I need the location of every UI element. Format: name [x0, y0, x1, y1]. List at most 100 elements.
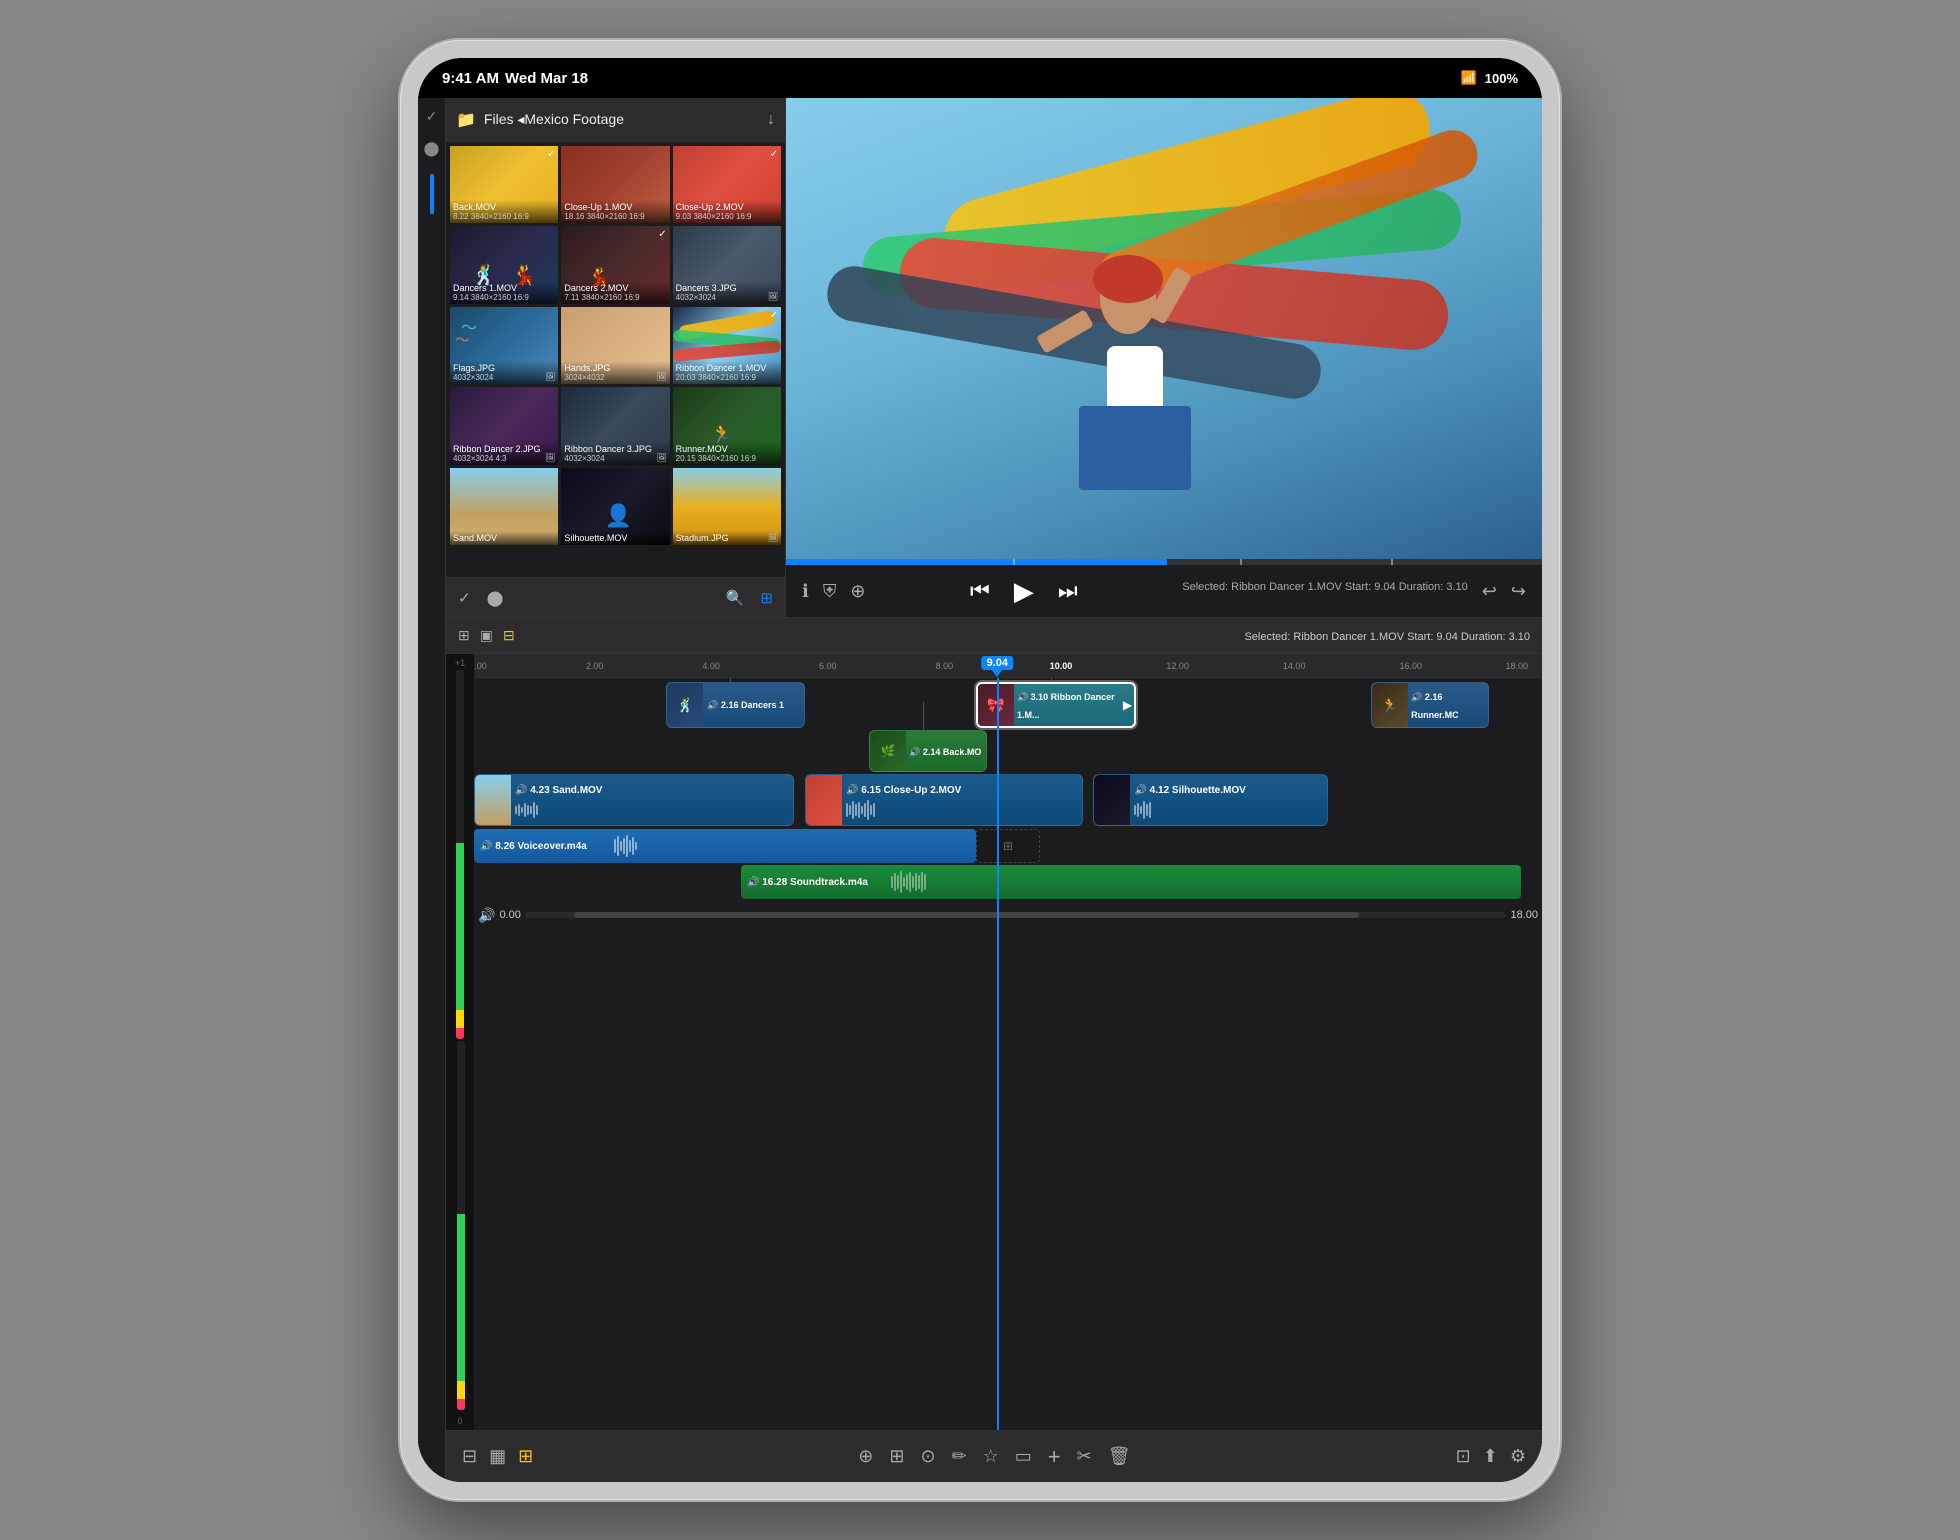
- ribbon-thumb: 🎀: [978, 684, 1014, 726]
- soundtrack-track: 🔊 16.28 Soundtrack.m4a: [474, 865, 1542, 899]
- media-item-ribbon1[interactable]: Ribbon Dancer 1.MOV 20.03 3840×2160 16:9…: [673, 307, 781, 384]
- clip-runner[interactable]: 🏃 🔊 2.16 Runner.MC: [1371, 682, 1488, 728]
- ruler-18: 18.00: [1506, 661, 1529, 671]
- clip-icon[interactable]: ▣: [480, 627, 493, 644]
- add-clip-icon[interactable]: ⊕: [858, 1446, 873, 1467]
- collapse-icon[interactable]: ⊞: [458, 627, 470, 644]
- ribbon-clip-label: 🔊 3.10 Ribbon Dancer 1.M...: [1017, 692, 1115, 720]
- media-item-closeup1[interactable]: Close-Up 1.MOV 18.16 3840×2160 16:9: [561, 146, 669, 223]
- circle-icon[interactable]: ⬤: [487, 589, 504, 607]
- link-icon[interactable]: ⊙: [920, 1446, 935, 1467]
- silhouette-clip-info: 🔊 4.12 Silhouette.MOV: [1130, 778, 1327, 822]
- sidebar-icon-2[interactable]: ⬤: [422, 138, 442, 158]
- magic-icon[interactable]: ⊞: [518, 1446, 533, 1467]
- media-item-closeup2[interactable]: Close-Up 2.MOV 9.03 3840×2160 16:9 ✓: [673, 146, 781, 223]
- media-item-hands[interactable]: Hands.JPG 3024×4032 🖼: [561, 307, 669, 384]
- broll-connector: [730, 678, 731, 682]
- download-icon[interactable]: ↓: [767, 111, 775, 129]
- settings-icon[interactable]: ⚙: [1510, 1446, 1526, 1467]
- skip-back-icon[interactable]: ⏮: [970, 578, 990, 604]
- add-audio-icon[interactable]: ⊞: [889, 1446, 904, 1467]
- sidebar-icon-1[interactable]: ✓: [422, 106, 442, 126]
- preview-controls: ℹ ⛨ ⊕ ⏮ ▶ ⏭ Selected: Ribbon Dancer 1.MO…: [786, 565, 1542, 617]
- ruler-4: 4.00: [702, 661, 720, 671]
- volume-meter: +1 0: [446, 654, 474, 1430]
- closeup2-waveform: [846, 800, 1078, 820]
- voiceover-label: 🔊 8.26 Voiceover.m4a: [480, 841, 587, 852]
- grid-icon[interactable]: ⊞: [760, 589, 773, 607]
- skip-forward-icon[interactable]: ⏭: [1058, 578, 1078, 604]
- media-item-ribbon3[interactable]: Ribbon Dancer 3.JPG 4032×3024 🖼: [561, 387, 669, 464]
- audio-gap: ⊞: [976, 829, 1040, 863]
- star-icon[interactable]: ☆: [983, 1446, 999, 1467]
- volume-icon[interactable]: 🔊: [478, 907, 495, 924]
- clip-silhouette[interactable]: 🔊 4.12 Silhouette.MOV: [1093, 774, 1328, 826]
- plus-icon[interactable]: +: [1048, 1444, 1061, 1470]
- back-clip-info: 🔊 2.14 Back.MO: [906, 740, 984, 762]
- comment-icon[interactable]: ▭: [1015, 1446, 1032, 1467]
- closeup2-clip-info: 🔊 6.15 Close-Up 2.MOV: [842, 778, 1082, 822]
- timeline-toolbar: ⊞ ▣ ⊟ Selected: Ribbon Dancer 1.MOV Star…: [446, 618, 1542, 654]
- clip-voiceover[interactable]: 🔊 8.26 Voiceover.m4a: [474, 829, 976, 863]
- play-button[interactable]: ▶: [1014, 576, 1034, 607]
- playhead-triangle: [991, 669, 1003, 677]
- media-item-dancers3[interactable]: Dancers 3.JPG 4032×3024 🖼: [673, 226, 781, 303]
- dancer-scene: [786, 98, 1542, 559]
- broll-clips: 🕺 🔊 2.16 Dancers 1: [474, 682, 1542, 728]
- runner-thumb: 🏃: [1372, 683, 1408, 727]
- timeline-scrollbar[interactable]: [525, 912, 1507, 918]
- browser-search-icon: 🔍 ⊞: [726, 589, 773, 607]
- media-item-dancers1[interactable]: 🕺 💃 Dancers 1.MOV 9.14 3840×2160 16:9: [450, 226, 558, 303]
- clip-back[interactable]: 🌿 🔊 2.14 Back.MO: [869, 730, 986, 772]
- clip-soundtrack[interactable]: 🔊 16.28 Soundtrack.m4a: [741, 865, 1521, 899]
- search-icon[interactable]: 🔍: [726, 589, 745, 607]
- bottom-toolbar-center: ⊕ ⊞ ⊙ ✏ ☆ ▭ + ✂ 🗑: [858, 1444, 1130, 1470]
- ruler-12: 12.00: [1166, 661, 1189, 671]
- voiceover-track: 🔊 8.26 Voiceover.m4a: [474, 829, 1542, 863]
- checkmark-icon[interactable]: ✓: [458, 589, 471, 607]
- media-item-stadium[interactable]: Stadium.JPG 🖼: [673, 468, 781, 545]
- clip-ribbon-dancer[interactable]: 🎀 🔊 3.10 Ribbon Dancer 1.M... ▶: [976, 682, 1136, 728]
- runner-clip-info: 🔊 2.16 Runner.MC: [1408, 685, 1487, 725]
- sand-clip-info: 🔊 4.23 Sand.MOV: [511, 778, 793, 822]
- play-indicator: ▶: [1123, 698, 1132, 712]
- cut-icon[interactable]: ✂: [1077, 1446, 1092, 1467]
- pen-icon[interactable]: ✏: [952, 1446, 967, 1467]
- media-item-silhouette[interactable]: 👤 Silhouette.MOV: [561, 468, 669, 545]
- redo-icon[interactable]: ↪: [1511, 581, 1526, 602]
- timeline-section: ⊞ ▣ ⊟ Selected: Ribbon Dancer 1.MOV Star…: [446, 618, 1542, 1482]
- library-icon[interactable]: ⊟: [462, 1446, 477, 1467]
- media-item-sand[interactable]: Sand.MOV: [450, 468, 558, 545]
- delete-icon[interactable]: 🗑: [1108, 1446, 1131, 1467]
- clip-closeup2[interactable]: 🔊 6.15 Close-Up 2.MOV: [805, 774, 1083, 826]
- timeline-icon[interactable]: ▦: [489, 1446, 506, 1467]
- media-item-flags[interactable]: 〜 〜 Flags.JPG 4032×3024 🖼: [450, 307, 558, 384]
- transform-icon[interactable]: ⊕: [850, 581, 865, 602]
- timecode-display: 9.04: [982, 656, 1013, 670]
- voiceover-clips: 🔊 8.26 Voiceover.m4a: [474, 829, 1542, 863]
- clip-dancers[interactable]: 🕺 🔊 2.16 Dancers 1: [666, 682, 805, 728]
- marker-icon[interactable]: ⊟: [503, 627, 515, 644]
- media-item-ribbon2[interactable]: Ribbon Dancer 2.JPG 4032×3024 4:3 🖼: [450, 387, 558, 464]
- playhead-line: [997, 678, 999, 1430]
- media-browser: 📁 Files ◂Mexico Footage ↓ Back.MOV 8.22 …: [446, 98, 786, 617]
- preview-scrubber[interactable]: [786, 559, 1542, 565]
- timeline-scroll-row: 🔊 0.00 18.00: [474, 903, 1542, 927]
- share-icon[interactable]: ⬆: [1483, 1446, 1498, 1467]
- undo-icon[interactable]: ↩: [1482, 581, 1497, 602]
- shield-icon[interactable]: ⛨: [823, 581, 837, 602]
- ruler-0: 0.00: [474, 661, 487, 671]
- media-item-dancers2[interactable]: 💃 Dancers 2.MOV 7.11 3840×2160 16:9 ✓: [561, 226, 669, 303]
- ruler-6: 6.00: [819, 661, 837, 671]
- browser-toolbar: 📁 Files ◂Mexico Footage ↓: [446, 98, 785, 142]
- info-icon[interactable]: ℹ: [802, 581, 809, 602]
- dancers-thumb: 🕺: [667, 683, 703, 727]
- soundtrack-clips: 🔊 16.28 Soundtrack.m4a: [474, 865, 1542, 899]
- media-item-back[interactable]: Back.MOV 8.22 3840×2160 16:9 ✓: [450, 146, 558, 223]
- export-frame-icon[interactable]: ⊡: [1456, 1446, 1471, 1467]
- clip-sand[interactable]: 🔊 4.23 Sand.MOV: [474, 774, 794, 826]
- ruler-10: 10.00: [1050, 661, 1073, 671]
- soundtrack-label: 🔊 16.28 Soundtrack.m4a: [747, 877, 868, 888]
- closeup2-thumb: [806, 775, 842, 825]
- media-item-runner[interactable]: 🏃 Runner.MOV 20.15 3840×2160 16:9: [673, 387, 781, 464]
